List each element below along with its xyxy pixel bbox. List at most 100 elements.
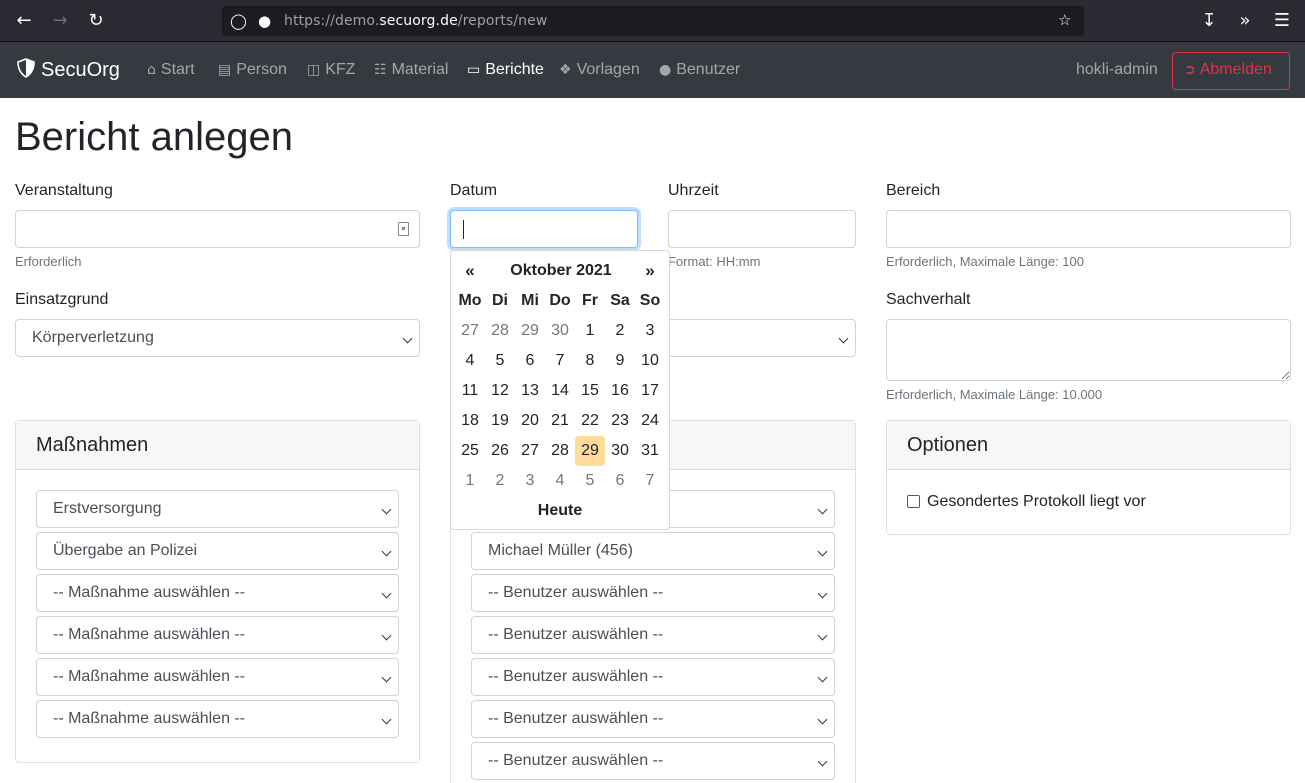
veranstaltung-label: Veranstaltung xyxy=(15,182,113,199)
nav-material[interactable]: ☷ Material xyxy=(374,61,448,79)
bookmark-star-icon[interactable]: ☆ xyxy=(1058,11,1071,29)
select-value: Übergabe an Polizei xyxy=(53,542,198,559)
sachverhalt-textarea[interactable] xyxy=(886,319,1291,381)
datepicker-day[interactable]: 5 xyxy=(485,346,515,376)
datepicker-today-button[interactable]: Heute xyxy=(451,496,669,526)
datepicker-day[interactable]: 18 xyxy=(455,406,485,436)
datepicker-day[interactable]: 2 xyxy=(605,316,635,346)
logout-button[interactable]: ➲ Abmelden xyxy=(1172,52,1290,90)
datepicker-day[interactable]: 27 xyxy=(455,316,485,346)
massnahme-select[interactable]: Erstversorgung xyxy=(36,490,399,528)
massnahme-select[interactable]: -- Maßnahme auswählen -- xyxy=(36,700,399,738)
massnahme-select[interactable]: -- Maßnahme auswählen -- xyxy=(36,658,399,696)
datepicker-day[interactable]: 11 xyxy=(455,376,485,406)
datepicker-day[interactable]: 31 xyxy=(635,436,665,466)
datepicker-day[interactable]: 26 xyxy=(485,436,515,466)
brand-link[interactable]: SecuOrg xyxy=(17,58,120,82)
url-bar[interactable]: ◯ ● https://demo.secuorg.de/reports/new … xyxy=(222,6,1084,36)
datepicker-day[interactable]: 3 xyxy=(635,316,665,346)
datepicker-day[interactable]: 30 xyxy=(545,316,575,346)
select-value: -- Maßnahme auswählen -- xyxy=(53,710,246,727)
select-value: -- Benutzer auswählen -- xyxy=(488,626,664,643)
datepicker-day[interactable]: 22 xyxy=(575,406,605,436)
massnahme-select[interactable]: -- Maßnahme auswählen -- xyxy=(36,616,399,654)
nav-benutzer[interactable]: ● Benutzer xyxy=(659,61,740,79)
datepicker-day[interactable]: 15 xyxy=(575,376,605,406)
gesondertes-protokoll-checkbox[interactable] xyxy=(907,495,920,508)
datepicker-day[interactable]: 13 xyxy=(515,376,545,406)
datum-input[interactable] xyxy=(450,210,638,248)
uhrzeit-input[interactable] xyxy=(668,210,856,248)
brand-name: SecuOrg xyxy=(41,59,120,81)
datepicker-day[interactable]: 30 xyxy=(605,436,635,466)
benutzer-select[interactable]: -- Benutzer auswählen -- xyxy=(471,574,835,612)
datepicker-day[interactable]: 20 xyxy=(515,406,545,436)
benutzer-select[interactable]: -- Benutzer auswählen -- xyxy=(471,742,835,780)
forward-icon[interactable]: → xyxy=(48,9,72,33)
datepicker-day[interactable]: 28 xyxy=(485,316,515,346)
datepicker-day[interactable]: 3 xyxy=(515,466,545,496)
bereich-label: Bereich xyxy=(886,182,941,199)
einsatzgrund-select[interactable]: Körperverletzung xyxy=(15,319,420,357)
datepicker-day[interactable]: 9 xyxy=(605,346,635,376)
datepicker-day[interactable]: 25 xyxy=(455,436,485,466)
nav-berichte[interactable]: ▭ Berichte xyxy=(467,61,544,79)
download-icon[interactable]: ↧ xyxy=(1197,9,1221,33)
benutzer-select[interactable]: Michael Müller (456) xyxy=(471,532,835,570)
datepicker-day[interactable]: 4 xyxy=(455,346,485,376)
datepicker-day[interactable]: 5 xyxy=(575,466,605,496)
datepicker-day[interactable]: 21 xyxy=(545,406,575,436)
datepicker-day[interactable]: 29 xyxy=(575,436,605,466)
datepicker-day[interactable]: 6 xyxy=(605,466,635,496)
benutzer-select[interactable]: -- Benutzer auswählen -- xyxy=(471,658,835,696)
datepicker-day[interactable]: 2 xyxy=(485,466,515,496)
datepicker-day[interactable]: 27 xyxy=(515,436,545,466)
reload-icon[interactable]: ↻ xyxy=(84,9,108,33)
datepicker-day[interactable]: 14 xyxy=(545,376,575,406)
benutzer-select[interactable]: -- Benutzer auswählen -- xyxy=(471,700,835,738)
veranstaltung-input[interactable] xyxy=(15,210,420,248)
datepicker-weekday-so: So xyxy=(639,292,661,309)
datepicker-day[interactable]: 8 xyxy=(575,346,605,376)
datepicker-day[interactable]: 16 xyxy=(605,376,635,406)
massnahme-select[interactable]: -- Maßnahme auswählen -- xyxy=(36,574,399,612)
back-icon[interactable]: ← xyxy=(12,9,36,33)
datepicker-day[interactable]: 1 xyxy=(455,466,485,496)
gesondertes-protokoll-label[interactable]: Gesondertes Protokoll liegt vor xyxy=(927,493,1146,511)
shield-icon[interactable]: ◯ xyxy=(230,12,247,30)
autofill-icon[interactable] xyxy=(398,222,409,236)
massnahme-select[interactable]: Übergabe an Polizei xyxy=(36,532,399,570)
bereich-input[interactable] xyxy=(886,210,1291,248)
datepicker-day[interactable]: 24 xyxy=(635,406,665,436)
datepicker-day[interactable]: 12 xyxy=(485,376,515,406)
hidden-select[interactable] xyxy=(668,319,856,357)
url-text[interactable]: https://demo.secuorg.de/reports/new xyxy=(284,13,547,29)
datepicker-next-button[interactable]: » xyxy=(635,256,665,286)
nav-label: KFZ xyxy=(325,61,356,78)
datepicker-prev-button[interactable]: « xyxy=(455,256,485,286)
datepicker-day[interactable]: 19 xyxy=(485,406,515,436)
nav-kfz[interactable]: ◫ KFZ xyxy=(307,61,355,79)
benutzer-select[interactable]: -- Benutzer auswählen -- xyxy=(471,616,835,654)
extensions-overflow-icon[interactable]: » xyxy=(1233,9,1257,33)
datepicker-day[interactable]: 6 xyxy=(515,346,545,376)
uhrzeit-help: Format: HH:mm xyxy=(668,254,761,269)
nav-start[interactable]: ⌂ Start xyxy=(147,61,195,79)
einsatzgrund-label: Einsatzgrund xyxy=(15,291,109,308)
nav-vorlagen[interactable]: ❖ Vorlagen xyxy=(559,61,640,79)
nav-label: Material xyxy=(391,61,449,78)
menu-icon[interactable]: ☰ xyxy=(1270,9,1294,33)
barcode-icon: ☷ xyxy=(374,62,387,78)
datepicker-day[interactable]: 7 xyxy=(545,346,575,376)
datepicker-month-title[interactable]: Oktober 2021 xyxy=(496,256,626,286)
lock-icon[interactable]: ● xyxy=(258,12,271,30)
nav-person[interactable]: ▤ Person xyxy=(218,61,287,79)
datepicker-day[interactable]: 10 xyxy=(635,346,665,376)
datepicker-day[interactable]: 28 xyxy=(545,436,575,466)
datepicker-day[interactable]: 1 xyxy=(575,316,605,346)
datepicker-day[interactable]: 29 xyxy=(515,316,545,346)
datepicker-day[interactable]: 17 xyxy=(635,376,665,406)
datepicker-day[interactable]: 4 xyxy=(545,466,575,496)
datepicker-day[interactable]: 7 xyxy=(635,466,665,496)
datepicker-day[interactable]: 23 xyxy=(605,406,635,436)
